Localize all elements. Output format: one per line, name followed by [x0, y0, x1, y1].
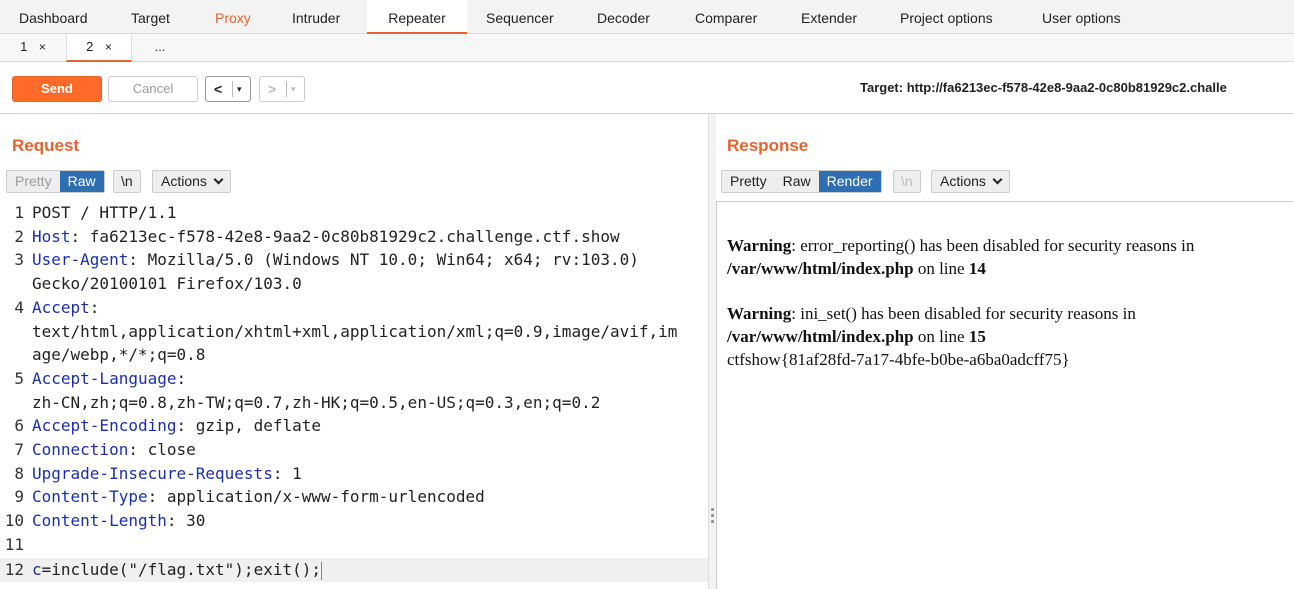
response-newline-toggle[interactable]: \n — [893, 170, 921, 193]
request-raw-tab[interactable]: Raw — [59, 171, 104, 192]
main-tab-bar: Dashboard Target Proxy Intruder Repeater… — [0, 0, 1294, 34]
tab-target[interactable]: Target — [131, 0, 170, 34]
actions-label: Actions — [161, 173, 207, 189]
tab-intruder[interactable]: Intruder — [292, 0, 340, 34]
editor-line: Gecko/20100101 Firefox/103.0 — [32, 274, 302, 294]
close-icon[interactable]: × — [39, 40, 46, 54]
editor-line: 10 Content-Length: 30 — [4, 511, 206, 531]
warning-message-1: Warning: error_reporting() has been disa… — [727, 236, 1195, 278]
splitter-grip-icon — [711, 508, 714, 511]
repeater-tab-2[interactable]: 2 × — [66, 34, 132, 62]
tab-sequencer[interactable]: Sequencer — [486, 0, 554, 34]
chevron-down-icon — [992, 174, 1003, 185]
tab-dashboard[interactable]: Dashboard — [19, 0, 88, 34]
tab-user-options[interactable]: User options — [1042, 0, 1121, 34]
flag-output: ctfshow{81af28fd-7a17-4bfe-b0be-a6ba0adc… — [727, 350, 1070, 369]
repeater-toolbar: Send Cancel < ▾ > ▾ Target: http://fa621… — [0, 62, 1294, 114]
editor-line: zh-CN,zh;q=0.8,zh-TW;q=0.7,zh-HK;q=0.5,e… — [32, 392, 601, 412]
editor-line: 11 — [4, 534, 24, 554]
editor-line: 9 Content-Type: application/x-www-form-u… — [14, 487, 485, 507]
editor-line: age/webp,*/*;q=0.8 — [32, 345, 206, 365]
actions-label: Actions — [940, 173, 986, 189]
response-view-toggle: Pretty Raw Render — [721, 170, 882, 193]
forward-arrow-icon: > — [268, 81, 277, 97]
request-title: Request — [12, 136, 80, 155]
warning-message-2: Warning: ini_set() has been disabled for… — [727, 304, 1136, 346]
repeater-tab-bar: 1 × 2 × ... — [0, 34, 1294, 62]
editor-line: 5 Accept-Language: — [14, 368, 187, 388]
response-raw-tab[interactable]: Raw — [775, 171, 819, 192]
editor-line: 8 Upgrade-Insecure-Requests: 1 — [14, 463, 302, 483]
text-cursor — [321, 561, 322, 580]
tab-extender[interactable]: Extender — [801, 0, 857, 34]
editor-line: 6 Accept-Encoding: gzip, deflate — [14, 416, 321, 436]
tab-proxy[interactable]: Proxy — [215, 0, 251, 34]
response-title: Response — [727, 136, 809, 155]
tab-comparer[interactable]: Comparer — [695, 0, 757, 34]
splitter-grip-icon — [711, 520, 714, 523]
send-button[interactable]: Send — [12, 76, 102, 102]
close-icon[interactable]: × — [105, 40, 112, 54]
tab-repeater[interactable]: Repeater — [367, 0, 467, 34]
new-tab-button[interactable]: ... — [132, 34, 188, 62]
editor-line: 3 User-Agent: Mozilla/5.0 (Windows NT 10… — [14, 250, 639, 270]
chevron-down-icon[interactable]: ▾ — [291, 77, 296, 101]
splitter-grip-icon — [711, 514, 714, 517]
chevron-down-icon[interactable]: ▾ — [237, 77, 242, 101]
chevron-down-icon — [213, 174, 224, 185]
request-view-toggle: Pretty Raw — [6, 170, 105, 193]
tab-decoder[interactable]: Decoder — [597, 0, 650, 34]
editor-line: 2 Host: fa6213ec-f578-42e8-9aa2-0c80b819… — [14, 226, 620, 246]
request-actions-button[interactable]: Actions — [152, 170, 231, 193]
request-pretty-tab[interactable]: Pretty — [7, 171, 60, 192]
back-button[interactable]: < ▾ — [205, 76, 251, 102]
editor-line: text/html,application/xhtml+xml,applicat… — [32, 321, 678, 341]
pane-splitter[interactable] — [708, 114, 716, 589]
repeater-tab-label: 2 — [86, 39, 94, 54]
response-render-view: Warning: error_reporting() has been disa… — [716, 201, 1294, 589]
editor-line: 7 Connection: close — [14, 440, 196, 459]
forward-button[interactable]: > ▾ — [259, 76, 305, 102]
repeater-tab-1[interactable]: 1 × — [0, 34, 66, 62]
editor-line: 1 POST / HTTP/1.1 — [14, 203, 177, 222]
request-editor[interactable]: 1 POST / HTTP/1.1 2 Host: fa6213ec-f578-… — [0, 201, 708, 589]
response-actions-button[interactable]: Actions — [931, 170, 1010, 193]
tab-project-options[interactable]: Project options — [900, 0, 993, 34]
editor-line: 4 Accept: — [14, 297, 100, 317]
target-url[interactable]: Target: http://fa6213ec-f578-42e8-9aa2-0… — [860, 80, 1227, 95]
cancel-button[interactable]: Cancel — [108, 76, 198, 102]
request-newline-toggle[interactable]: \n — [113, 170, 141, 193]
response-render-tab[interactable]: Render — [818, 171, 881, 192]
repeater-tab-label: 1 — [20, 39, 28, 54]
editor-line-current: 12 c=include("/flag.txt");exit(); — [0, 558, 708, 582]
response-pretty-tab[interactable]: Pretty — [722, 171, 775, 192]
back-arrow-icon: < — [214, 81, 223, 97]
